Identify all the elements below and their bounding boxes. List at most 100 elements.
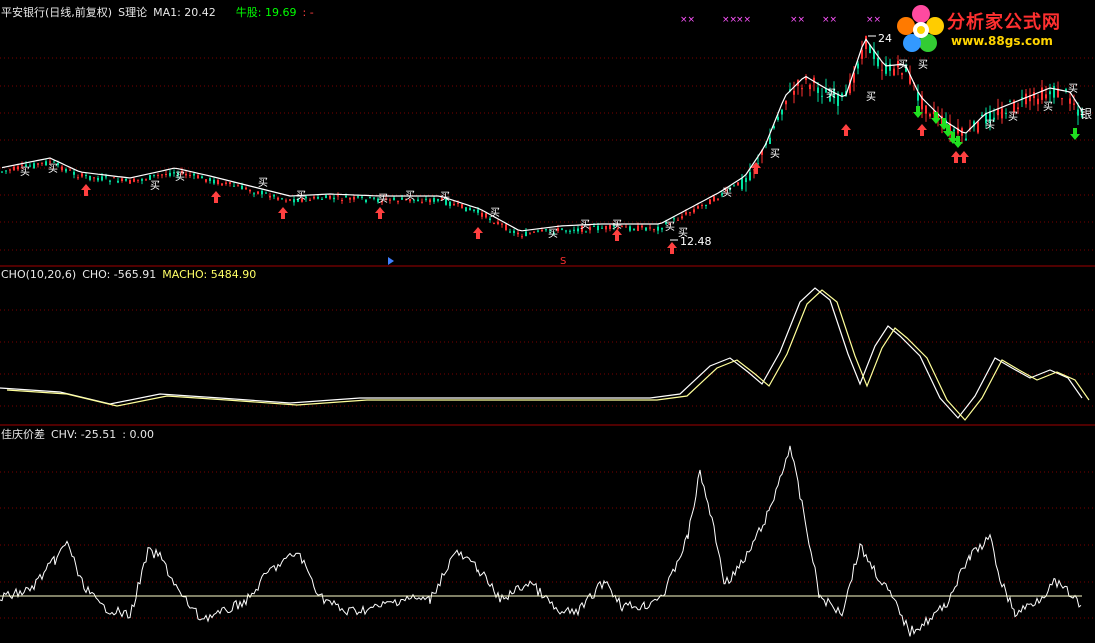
candle bbox=[469, 208, 471, 211]
stock-chart-canvas[interactable]: 买买买买买买买买买买买买买买买买买买 买买 买买买买买×× ×××× ×× ×× ××241… bbox=[0, 0, 1095, 643]
candle bbox=[977, 121, 979, 133]
logo-url: www.88gs.com bbox=[951, 34, 1053, 48]
candle bbox=[233, 185, 235, 187]
buy-signal-label: 买 bbox=[175, 171, 185, 183]
candle bbox=[1069, 98, 1071, 104]
candle bbox=[101, 176, 103, 181]
candle bbox=[893, 68, 895, 76]
candle bbox=[477, 209, 479, 213]
candle bbox=[1, 171, 3, 173]
up-arrow-icon bbox=[841, 124, 851, 136]
candle bbox=[877, 57, 879, 67]
candle bbox=[153, 174, 155, 176]
buy-signal-label: 买 bbox=[1043, 101, 1053, 113]
candle bbox=[513, 230, 515, 233]
candle bbox=[649, 227, 651, 229]
candle bbox=[389, 199, 391, 201]
buy-signal-label: 买 bbox=[48, 163, 58, 175]
indicator-name: S理论 bbox=[118, 6, 148, 19]
candle bbox=[673, 218, 675, 220]
candle bbox=[197, 175, 199, 179]
candle bbox=[625, 226, 627, 228]
candle bbox=[509, 231, 511, 233]
up-arrow-icon bbox=[81, 184, 91, 196]
cho-panel[interactable] bbox=[0, 287, 1090, 421]
candle bbox=[161, 174, 163, 176]
candle bbox=[461, 204, 463, 209]
candle bbox=[313, 196, 315, 199]
candle bbox=[109, 180, 111, 182]
candle bbox=[517, 232, 519, 235]
buy-signal-label: 买 bbox=[898, 59, 908, 71]
candle bbox=[505, 224, 507, 230]
buy-signal-label: 买 bbox=[580, 219, 590, 231]
site-logo: 分析家公式网 www.88gs.com bbox=[895, 4, 1087, 54]
candle bbox=[89, 175, 91, 180]
candle bbox=[785, 100, 787, 105]
candle bbox=[373, 197, 375, 199]
candle bbox=[121, 178, 123, 182]
candle bbox=[545, 229, 547, 231]
candle bbox=[429, 199, 431, 203]
candle bbox=[169, 172, 171, 176]
candle bbox=[1021, 97, 1023, 99]
candle bbox=[205, 179, 207, 182]
candle bbox=[737, 182, 739, 186]
candle bbox=[149, 175, 151, 180]
bull-readout: 牛股: 19.69 bbox=[235, 6, 297, 19]
candle bbox=[713, 196, 715, 201]
s-marker: S bbox=[560, 256, 566, 267]
candle bbox=[677, 219, 679, 221]
candle bbox=[497, 221, 499, 224]
candle bbox=[241, 185, 243, 190]
candle bbox=[809, 84, 811, 90]
chv-extra: : 0.00 bbox=[122, 428, 154, 441]
candle bbox=[569, 230, 571, 232]
chv-panel[interactable] bbox=[0, 445, 1082, 637]
candle bbox=[609, 225, 611, 230]
candle bbox=[929, 114, 931, 117]
buy-signal-label: 买 bbox=[150, 180, 160, 192]
candle bbox=[273, 194, 275, 197]
candle bbox=[133, 178, 135, 182]
candle bbox=[13, 166, 15, 171]
signal-mark: ×× bbox=[866, 15, 881, 25]
buy-signal-label: 买 bbox=[722, 187, 732, 199]
candle bbox=[85, 175, 87, 177]
candle bbox=[349, 198, 351, 200]
candle bbox=[77, 177, 79, 179]
candle bbox=[781, 109, 783, 115]
candle bbox=[637, 225, 639, 231]
buy-signal-label: 买 bbox=[405, 190, 415, 202]
candle bbox=[1017, 107, 1019, 110]
candle bbox=[641, 225, 643, 228]
candle bbox=[585, 231, 587, 233]
candle bbox=[333, 197, 335, 200]
high-price-label: 24 bbox=[878, 32, 892, 45]
flower-logo-icon bbox=[897, 5, 944, 52]
candle bbox=[693, 209, 695, 213]
logo-name: 分析家公式网 bbox=[947, 12, 1061, 33]
candle bbox=[965, 138, 967, 141]
candle bbox=[881, 69, 883, 71]
candle bbox=[221, 183, 223, 186]
candle bbox=[493, 223, 495, 225]
candle bbox=[365, 199, 367, 203]
candle bbox=[697, 206, 699, 209]
buy-signal-label: 买 bbox=[548, 228, 558, 240]
candle bbox=[401, 197, 403, 200]
cho-panel-header: CHO(10,20,6) CHO: -565.91 MACHO: 5484.90 bbox=[1, 268, 262, 281]
candle bbox=[393, 197, 395, 200]
candle bbox=[21, 164, 23, 166]
candle bbox=[165, 173, 167, 175]
candle bbox=[257, 191, 259, 194]
candle bbox=[157, 175, 159, 177]
candle bbox=[1037, 98, 1039, 105]
candle bbox=[1053, 86, 1055, 98]
candle bbox=[69, 169, 71, 171]
buy-signal-label: 买 bbox=[985, 119, 995, 131]
candle bbox=[533, 231, 535, 233]
candle bbox=[185, 173, 187, 176]
candle bbox=[189, 175, 191, 177]
candle bbox=[501, 223, 503, 225]
